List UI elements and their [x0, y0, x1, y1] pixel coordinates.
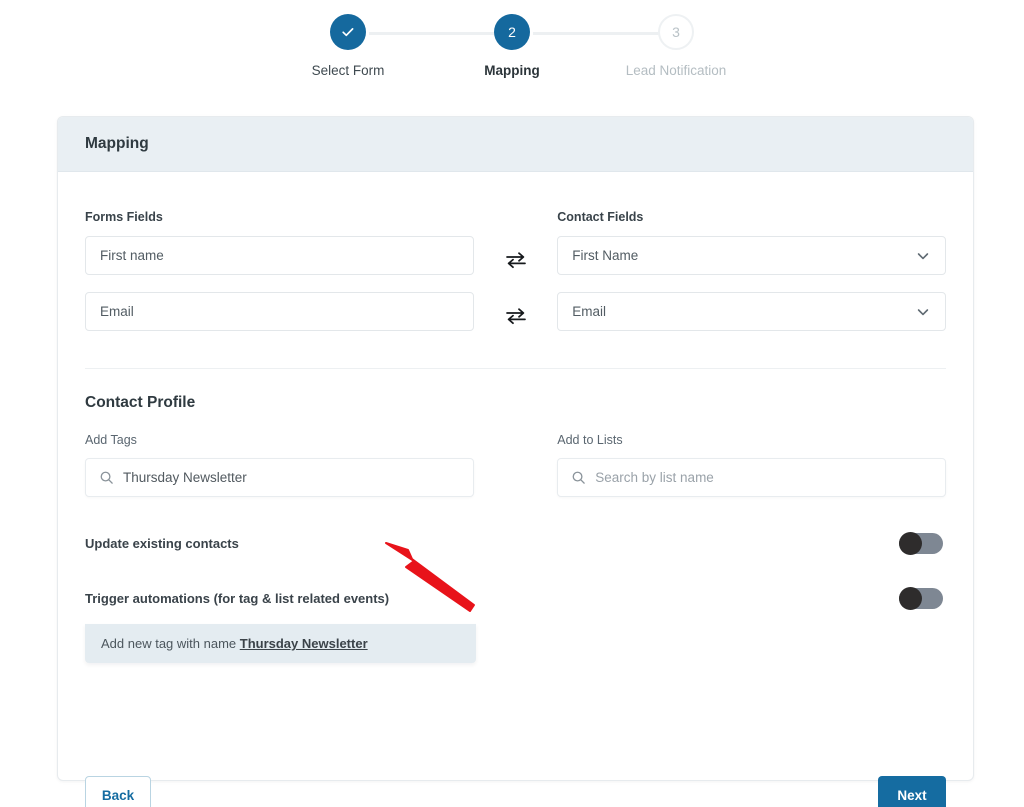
toggle-row-trigger-automations: Trigger automations (for tag & list rela… — [85, 587, 946, 610]
add-tags-value: Thursday Newsletter — [123, 470, 247, 485]
card-footer: Back Next — [85, 776, 946, 807]
tag-suggestion-item[interactable]: Add new tag with name Thursday Newslette… — [85, 624, 476, 663]
swap-arrows-icon-1 — [504, 240, 528, 279]
forms-fields-label: Forms Fields — [85, 210, 163, 224]
add-to-lists-input[interactable]: Search by list name — [557, 458, 947, 497]
form-field-value-1: First name — [100, 248, 164, 263]
card-title: Mapping — [85, 135, 149, 152]
contact-field-select-1[interactable]: First Name — [557, 236, 947, 275]
spacer-column — [474, 433, 558, 497]
swap-column — [474, 210, 558, 335]
toggle-knob-1 — [899, 532, 922, 555]
form-field-value-2: Email — [100, 304, 134, 319]
swap-arrows-icon-2 — [504, 296, 528, 335]
form-field-input-1[interactable]: First name — [85, 236, 474, 275]
wizard-stepper: Select Form 2 Mapping 3 Lead Notificatio… — [0, 14, 1024, 78]
add-to-lists-label: Add to Lists — [557, 433, 623, 447]
stepper-connector-2 — [533, 32, 663, 35]
step-3-label: Lead Notification — [625, 63, 727, 78]
stepper-connector-1 — [369, 32, 499, 35]
toggle-row-update-existing-contacts: Update existing contacts — [85, 532, 946, 555]
stepper-step-lead-notification[interactable]: 3 Lead Notification — [594, 14, 758, 78]
stepper-step-mapping[interactable]: 2 Mapping — [430, 14, 594, 78]
tag-suggestion-prefix: Add new tag with name — [101, 636, 240, 651]
contact-fields-column: Contact Fields First Name Email — [557, 210, 947, 335]
search-icon-lists — [571, 470, 586, 485]
wizard-page: Select Form 2 Mapping 3 Lead Notificatio… — [0, 0, 1024, 807]
chevron-down-icon-1 — [915, 248, 931, 264]
card-body: Forms Fields First name Email Contact Fi… — [58, 172, 973, 807]
contact-profile-section: Add Tags Thursday Newsletter Add to List… — [85, 433, 947, 497]
card-header: Mapping — [58, 117, 973, 172]
step-1-label: Select Form — [311, 63, 385, 78]
toggle-knob-2 — [899, 587, 922, 610]
step-2-label: Mapping — [484, 63, 540, 78]
next-button[interactable]: Next — [878, 776, 946, 807]
step-1-circle[interactable] — [330, 14, 366, 50]
toggle-label-update-existing-contacts: Update existing contacts — [85, 536, 239, 551]
section-divider — [85, 368, 946, 369]
mapping-card: Mapping Forms Fields First name Email Co… — [57, 116, 974, 807]
contact-field-select-2[interactable]: Email — [557, 292, 947, 331]
step-2-circle[interactable]: 2 — [494, 14, 530, 50]
contact-field-value-2: Email — [572, 304, 607, 319]
add-tags-input[interactable]: Thursday Newsletter — [85, 458, 474, 497]
contact-field-value-1: First Name — [572, 248, 639, 263]
chevron-down-icon-2 — [915, 304, 931, 320]
step-3-circle[interactable]: 3 — [658, 14, 694, 50]
step-3-number: 3 — [672, 24, 680, 40]
check-icon — [340, 24, 356, 40]
form-field-input-2[interactable]: Email — [85, 292, 474, 331]
toggle-trigger-automations[interactable] — [899, 587, 943, 610]
contact-profile-title: Contact Profile — [85, 394, 196, 411]
forms-fields-column: Forms Fields First name Email — [85, 210, 474, 335]
add-to-lists-placeholder: Search by list name — [595, 470, 714, 485]
search-icon-tags — [99, 470, 114, 485]
add-tags-column: Add Tags Thursday Newsletter — [85, 433, 474, 497]
add-to-lists-column: Add to Lists Search by list name — [557, 433, 947, 497]
tag-suggestion-name: Thursday Newsletter — [239, 636, 368, 651]
mapping-section: Forms Fields First name Email Contact Fi… — [85, 210, 947, 335]
step-2-number: 2 — [508, 24, 516, 40]
contact-fields-label: Contact Fields — [557, 210, 644, 224]
back-button[interactable]: Back — [85, 776, 151, 807]
add-tags-label: Add Tags — [85, 433, 137, 447]
toggle-label-trigger-automations: Trigger automations (for tag & list rela… — [85, 591, 390, 606]
toggle-update-existing-contacts[interactable] — [899, 532, 943, 555]
stepper-step-select-form[interactable]: Select Form — [266, 14, 430, 78]
